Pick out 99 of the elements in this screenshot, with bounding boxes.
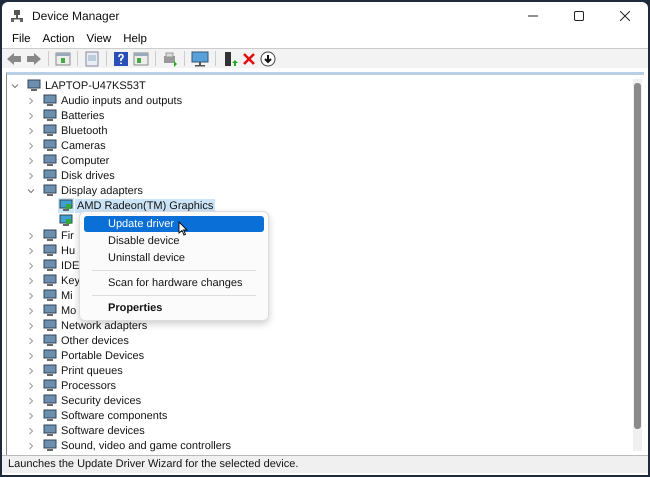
tree-item[interactable]: Computer: [59, 154, 112, 168]
tree-item[interactable]: Cameras: [59, 138, 108, 152]
chevron-icon[interactable]: [27, 172, 35, 180]
chevron-icon[interactable]: [27, 292, 35, 300]
device-icon: [43, 379, 57, 392]
device-icon: [43, 109, 57, 122]
device-icon: [43, 364, 57, 377]
device-icon: [43, 184, 57, 197]
chevron-icon[interactable]: [27, 142, 35, 150]
device-icon: [43, 334, 57, 347]
status-bar: Launches the Update Driver Wizard for the selected device.: [2, 455, 648, 473]
chevron-icon[interactable]: [27, 336, 35, 344]
delete-icon[interactable]: [242, 52, 256, 66]
device-icon: [43, 259, 57, 272]
window-icon[interactable]: [133, 52, 149, 66]
menu-item[interactable]: Action: [36, 33, 80, 45]
chevron-icon[interactable]: [27, 396, 35, 404]
tree-item[interactable]: Network adapters: [59, 318, 150, 332]
device-icon: [43, 169, 57, 182]
close-icon: [620, 11, 630, 21]
tree-item[interactable]: Key: [59, 274, 82, 288]
device-icon: [43, 349, 57, 362]
chevron-icon[interactable]: [27, 322, 35, 330]
device-icon[interactable]: [222, 50, 238, 66]
device-icon: [43, 424, 57, 437]
menu-item[interactable]: Scan for hardware changes: [84, 275, 264, 291]
device-icon: [43, 319, 57, 332]
menu-item[interactable]: File: [6, 33, 37, 45]
tree-item[interactable]: Display adapters: [59, 184, 145, 198]
device-icon: [43, 244, 57, 257]
tree-item[interactable]: AMD Radeon(TM) Graphics: [75, 198, 216, 212]
device-icon: [43, 124, 57, 137]
tree-item[interactable]: Security devices: [59, 394, 144, 408]
chevron-icon[interactable]: [27, 232, 35, 240]
device-icon: [59, 199, 73, 212]
chevron-icon[interactable]: [27, 352, 35, 360]
chevron-icon[interactable]: [27, 96, 35, 104]
page-icon[interactable]: [84, 50, 100, 66]
tree-item[interactable]: Mo: [59, 304, 78, 318]
window-icon[interactable]: [55, 52, 71, 66]
computer-network-icon: [10, 9, 24, 23]
help-icon[interactable]: [113, 50, 129, 66]
tree-item[interactable]: Sound, video and game controllers: [59, 438, 233, 452]
back-arrow-icon[interactable]: [6, 52, 22, 66]
tree-item[interactable]: Audio inputs and outputs: [59, 94, 184, 108]
chevron-icon[interactable]: [27, 442, 35, 450]
chevron-icon[interactable]: [27, 382, 35, 390]
chevron-icon[interactable]: [27, 246, 35, 254]
chevron-icon[interactable]: [27, 306, 35, 314]
device-icon: [43, 439, 57, 452]
tree-item[interactable]: Mi: [59, 288, 75, 302]
device-icon: [43, 274, 57, 287]
menu-item[interactable]: Disable device: [84, 233, 264, 249]
chevron-icon[interactable]: [27, 126, 35, 134]
menu-item[interactable]: View: [80, 33, 118, 45]
device-icon: [43, 229, 57, 242]
scrollbar-thumb[interactable]: [634, 83, 641, 429]
device-icon: [27, 79, 41, 92]
chevron-icon[interactable]: [27, 412, 35, 420]
tree-item[interactable]: Bluetooth: [59, 124, 110, 138]
menu-item[interactable]: Help: [117, 33, 153, 45]
device-icon: [43, 139, 57, 152]
chevron-icon[interactable]: [11, 82, 19, 90]
window-title: Device Manager: [32, 9, 120, 23]
tree-item[interactable]: Batteries: [59, 108, 106, 122]
chevron-icon[interactable]: [27, 156, 35, 164]
scrollbar[interactable]: [633, 79, 642, 451]
chevron-icon[interactable]: [27, 276, 35, 284]
device-icon: [43, 394, 57, 407]
chevron-icon[interactable]: [27, 112, 35, 120]
device-icon: [43, 409, 57, 422]
device-icon: [43, 94, 57, 107]
tree-item[interactable]: Hu: [59, 244, 78, 258]
forward-arrow-icon[interactable]: [26, 52, 42, 66]
device-icon: [43, 289, 57, 302]
menu-item[interactable]: Uninstall device: [84, 250, 264, 266]
tree-item[interactable]: Disk drives: [59, 168, 117, 182]
tree-item[interactable]: Other devices: [59, 334, 131, 348]
chevron-icon[interactable]: [27, 186, 35, 194]
menu-item[interactable]: Update driver: [84, 216, 264, 232]
tree-item[interactable]: Print queues: [59, 364, 125, 378]
tree-item[interactable]: Software components: [59, 408, 170, 422]
tree-item[interactable]: Processors: [59, 378, 118, 392]
download-icon[interactable]: [260, 50, 276, 66]
tree-item[interactable]: Software devices: [59, 424, 147, 438]
monitor-icon[interactable]: [191, 50, 209, 66]
device-icon: [43, 154, 57, 167]
printer-icon[interactable]: [162, 50, 178, 66]
tree-item[interactable]: LAPTOP-U47KS53T: [43, 78, 148, 92]
cursor-icon: [178, 221, 188, 236]
menu-item[interactable]: Properties: [84, 300, 264, 316]
tree-item[interactable]: Fir: [59, 228, 76, 242]
tree-item[interactable]: Portable Devices: [59, 348, 146, 362]
chevron-icon[interactable]: [27, 262, 35, 270]
device-icon: [43, 304, 57, 317]
maximize-icon: [574, 11, 584, 21]
chevron-icon[interactable]: [27, 426, 35, 434]
chevron-icon[interactable]: [27, 366, 35, 374]
tree-item[interactable]: IDE: [59, 258, 82, 272]
